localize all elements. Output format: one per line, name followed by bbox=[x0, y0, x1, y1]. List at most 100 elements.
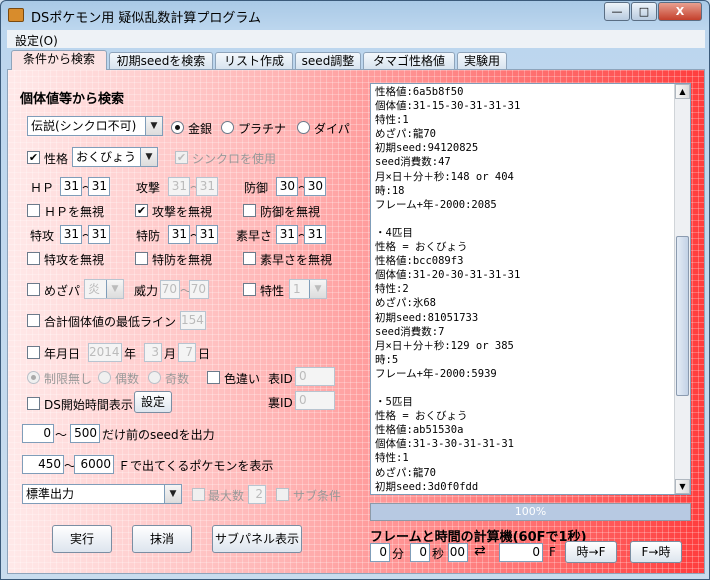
time-to-frame-button[interactable]: 時→F bbox=[565, 541, 617, 563]
hp-min-input[interactable]: 31 bbox=[60, 177, 82, 196]
clear-button[interactable]: 抹消 bbox=[132, 525, 192, 553]
ignore-hp-checkbox[interactable] bbox=[27, 204, 40, 217]
spa-max-input[interactable]: 31 bbox=[88, 225, 110, 244]
month-input[interactable]: 3 bbox=[144, 343, 162, 362]
ability-select-value: 1 bbox=[293, 282, 301, 296]
mode-select[interactable]: 伝説(シンクロ不可) ▼ bbox=[27, 116, 163, 136]
scrollbar-thumb[interactable] bbox=[676, 236, 689, 396]
hidden-power-checkbox[interactable] bbox=[27, 283, 40, 296]
tab-condition-search[interactable]: 条件から検索 bbox=[11, 50, 107, 70]
day-input[interactable]: 7 bbox=[178, 343, 196, 362]
ability-checkbox[interactable] bbox=[243, 283, 256, 296]
shiny-label: 色違い bbox=[224, 372, 261, 386]
result-output-area[interactable]: 性格値:6a5b8f50 個体値:31-15-30-31-31-31 特性:1 … bbox=[370, 83, 691, 495]
hp-max-input[interactable]: 31 bbox=[88, 177, 110, 196]
minimize-button[interactable]: — bbox=[604, 2, 630, 21]
calc-seconds-unit: 秒 bbox=[432, 547, 445, 561]
ignore-spd-checkbox[interactable] bbox=[135, 252, 148, 265]
menu-settings[interactable]: 設定(O) bbox=[15, 32, 58, 49]
radio-parity-odd[interactable] bbox=[148, 371, 161, 384]
sub-search-label: サブ条件 bbox=[293, 489, 342, 503]
radio-platinum-label: プラチナ bbox=[238, 122, 287, 136]
min-total-input[interactable]: 154 bbox=[180, 311, 206, 330]
calc-frames-extra-input[interactable]: 00 bbox=[448, 543, 468, 562]
min-total-checkbox[interactable] bbox=[27, 314, 40, 327]
nature-select[interactable]: おくびょう ▼ bbox=[72, 147, 158, 167]
sub-search-checkbox[interactable] bbox=[276, 488, 289, 501]
def-max-input[interactable]: 30 bbox=[304, 177, 326, 196]
sid-input[interactable]: 0 bbox=[295, 391, 335, 410]
output-mode-select[interactable]: 標準出力 ▼ bbox=[22, 484, 182, 504]
spa-min-input[interactable]: 31 bbox=[60, 225, 82, 244]
tab-initial-seed-search[interactable]: 初期seedを検索 bbox=[109, 52, 213, 70]
frame-range-from-input[interactable]: 450 bbox=[22, 455, 64, 474]
radio-platinum[interactable] bbox=[221, 121, 234, 134]
hidden-power-label: めざパ bbox=[44, 284, 81, 298]
menu-bar: 設定(O) bbox=[7, 30, 705, 48]
result-scrollbar[interactable]: ▲ ▼ bbox=[674, 84, 690, 494]
calc-seconds-input[interactable]: 0 bbox=[410, 543, 430, 562]
shiny-checkbox[interactable] bbox=[207, 371, 220, 384]
power-max-input[interactable]: 70 bbox=[189, 280, 209, 299]
spd-max-input[interactable]: 31 bbox=[196, 225, 218, 244]
radio-gold-silver[interactable] bbox=[171, 121, 184, 134]
seed-range-from-input[interactable]: 0 bbox=[22, 424, 54, 443]
ignore-def-label: 防御を無視 bbox=[260, 205, 321, 219]
scroll-down-icon[interactable]: ▼ bbox=[675, 479, 690, 494]
ignore-atk-label: 攻撃を無視 bbox=[152, 205, 213, 219]
frame-to-time-button[interactable]: F→時 bbox=[630, 541, 682, 563]
synchro-checkbox[interactable]: ✔ bbox=[175, 151, 188, 164]
ds-time-settings-button[interactable]: 設定 bbox=[134, 391, 172, 413]
seed-range-to-input[interactable]: 500 bbox=[70, 424, 100, 443]
spe-max-input[interactable]: 31 bbox=[304, 225, 326, 244]
nature-checkbox[interactable]: ✔ bbox=[27, 151, 40, 164]
tab-egg-nature[interactable]: タマゴ性格値 bbox=[363, 52, 455, 70]
progress-label: 100% bbox=[514, 505, 547, 518]
app-window: DSポケモン用 疑似乱数計算プログラム — □ X 設定(O) 条件から検索 初… bbox=[0, 0, 710, 580]
calc-minutes-input[interactable]: 0 bbox=[370, 543, 390, 562]
chevron-down-icon: ▼ bbox=[106, 280, 123, 298]
run-button[interactable]: 実行 bbox=[52, 525, 112, 553]
radio-parity-none[interactable] bbox=[27, 371, 40, 384]
tab-seed-adjust[interactable]: seed調整 bbox=[295, 52, 361, 70]
ability-select[interactable]: 1 ▼ bbox=[289, 279, 327, 299]
frame-range-to-input[interactable]: 6000 bbox=[74, 455, 114, 474]
sub-panel-button[interactable]: サブパネル表示 bbox=[212, 525, 302, 553]
tab-experimental[interactable]: 実験用 bbox=[457, 52, 507, 70]
tid-input[interactable]: 0 bbox=[295, 367, 335, 386]
year-input[interactable]: 2014 bbox=[88, 343, 122, 362]
max-count-input[interactable]: 2 bbox=[248, 485, 266, 504]
calc-frame-input[interactable]: 0 bbox=[499, 543, 543, 562]
power-min-input[interactable]: 70 bbox=[160, 280, 180, 299]
tid-label: 表ID bbox=[268, 372, 293, 386]
hp-label: ＨＰ bbox=[30, 181, 55, 195]
ability-label: 特性 bbox=[260, 284, 285, 298]
ds-time-label: DS開始時間表示 bbox=[44, 398, 133, 412]
spd-min-input[interactable]: 31 bbox=[168, 225, 190, 244]
ds-time-checkbox[interactable] bbox=[27, 397, 40, 410]
progress-bar: 100% bbox=[370, 503, 691, 521]
atk-label: 攻撃 bbox=[136, 181, 161, 195]
scroll-up-icon[interactable]: ▲ bbox=[675, 84, 690, 99]
output-mode-value: 標準出力 bbox=[26, 487, 75, 501]
ignore-def-checkbox[interactable] bbox=[243, 204, 256, 217]
def-min-input[interactable]: 30 bbox=[276, 177, 298, 196]
tab-list-create[interactable]: リスト作成 bbox=[215, 52, 293, 70]
date-checkbox[interactable] bbox=[27, 346, 40, 359]
maximize-button[interactable]: □ bbox=[631, 2, 657, 21]
max-count-checkbox[interactable] bbox=[192, 488, 205, 501]
hidden-power-type-select[interactable]: 炎 ▼ bbox=[84, 279, 124, 299]
calc-minutes-unit: 分 bbox=[392, 547, 405, 561]
spe-min-input[interactable]: 31 bbox=[276, 225, 298, 244]
radio-diamond-pearl[interactable] bbox=[297, 121, 310, 134]
ignore-spa-checkbox[interactable] bbox=[27, 252, 40, 265]
atk-min-input[interactable]: 31 bbox=[168, 177, 190, 196]
app-icon bbox=[8, 8, 24, 22]
atk-max-input[interactable]: 31 bbox=[196, 177, 218, 196]
ignore-atk-checkbox[interactable]: ✔ bbox=[135, 204, 148, 217]
day-unit: 日 bbox=[198, 347, 211, 361]
radio-parity-even[interactable] bbox=[98, 371, 111, 384]
section-heading: 個体値等から検索 bbox=[20, 92, 125, 107]
ignore-spe-checkbox[interactable] bbox=[243, 252, 256, 265]
close-button[interactable]: X bbox=[658, 2, 702, 21]
